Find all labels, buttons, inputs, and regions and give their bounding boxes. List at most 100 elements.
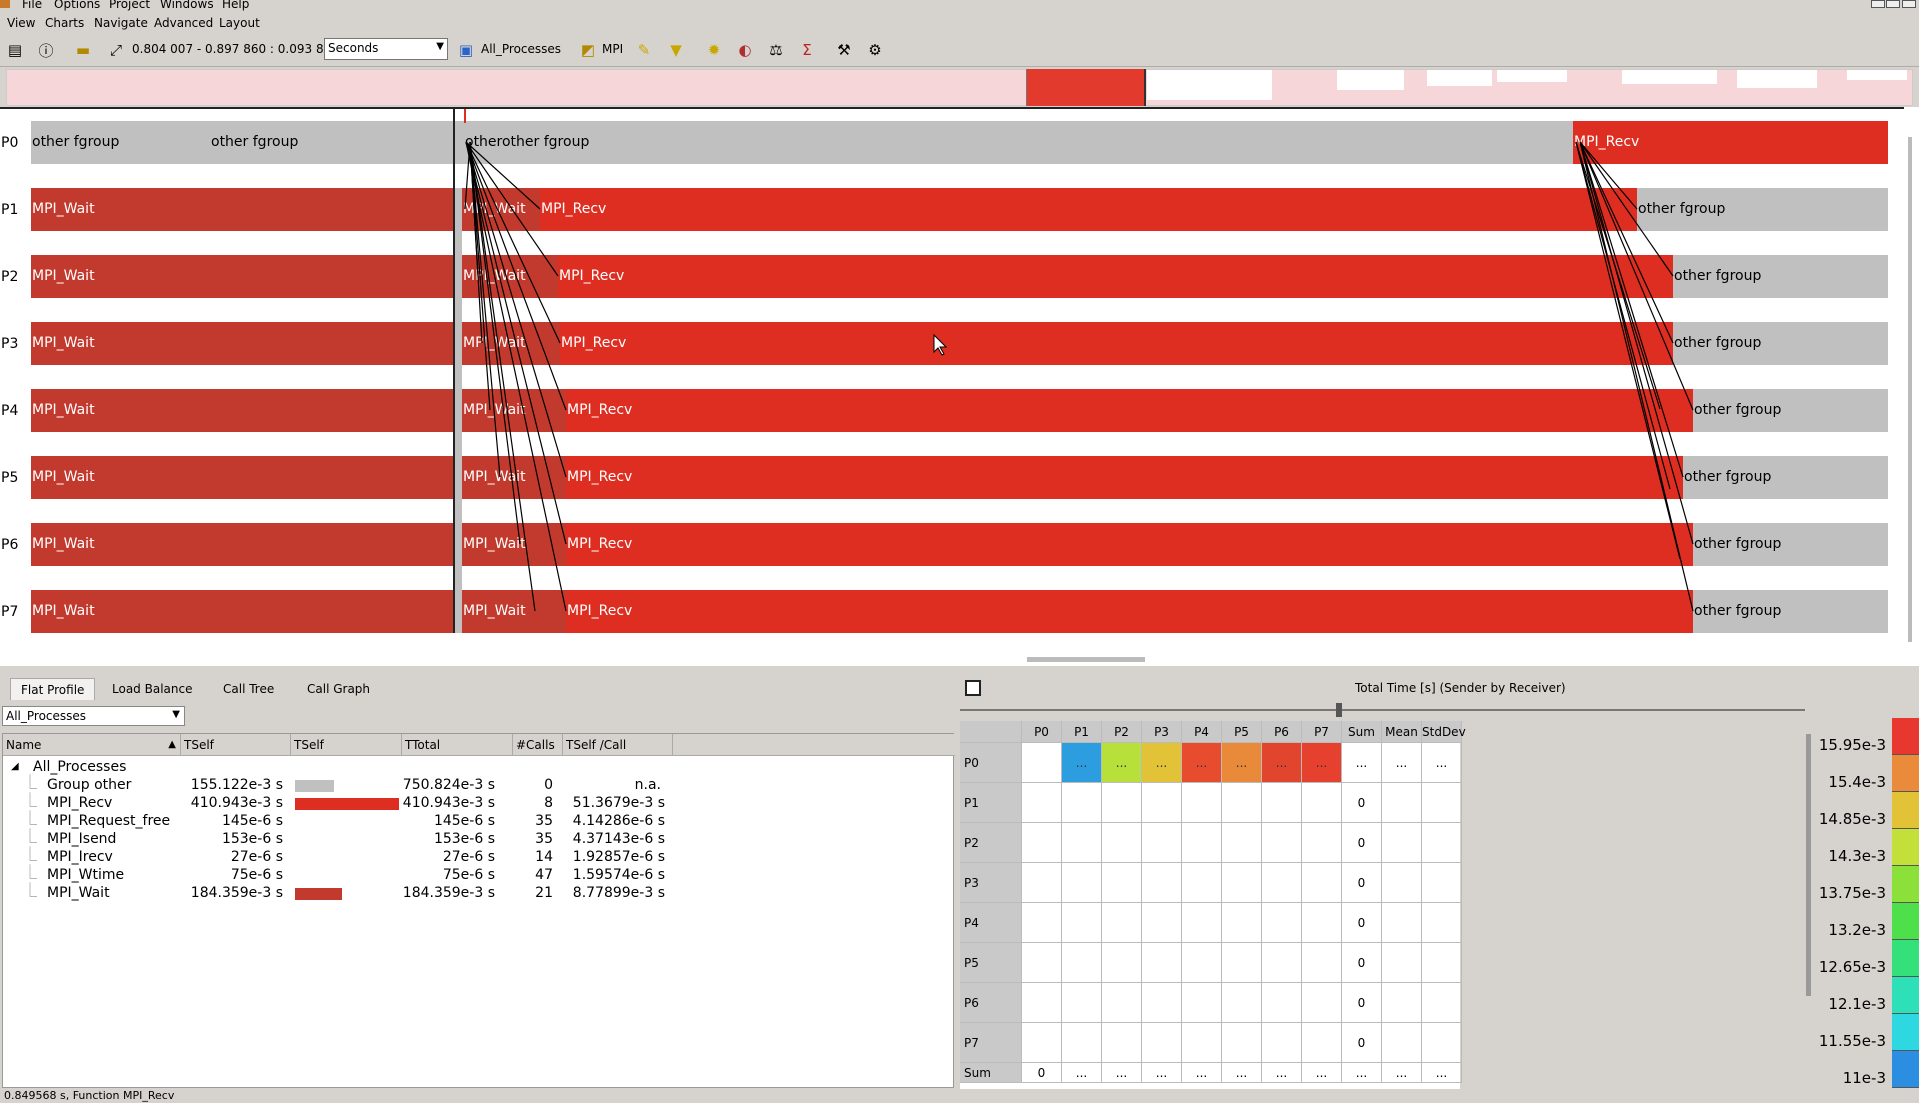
matrix-cell[interactable]: ... (1182, 743, 1222, 783)
matrix-cell[interactable] (1102, 983, 1142, 1023)
matrix-cell[interactable] (1062, 1023, 1102, 1063)
matrix-cell[interactable] (1262, 983, 1302, 1023)
matrix-cell[interactable] (1302, 983, 1342, 1023)
timeline-vertical-scrollbar[interactable] (1904, 107, 1919, 652)
matrix-cell[interactable] (1382, 943, 1422, 983)
matrix-cell[interactable] (1262, 903, 1302, 943)
matrix-cell[interactable] (1182, 823, 1222, 863)
info-icon[interactable]: ⓘ (35, 39, 57, 61)
matrix-cell[interactable] (1142, 823, 1182, 863)
table-row[interactable]: ⎿ MPI_Irecv 27e-6 s 27e-6 s 14 1.92857e-6 s (3, 847, 703, 866)
column-header-tself-bar[interactable]: TSelf (291, 734, 402, 756)
matrix-cell[interactable]: ... (1302, 743, 1342, 783)
table-row[interactable]: ⎿ MPI_Isend 153e-6 s 153e-6 s 35 4.37143e-6 s (3, 829, 703, 848)
column-header-name[interactable]: Name ▲ (3, 734, 181, 756)
matrix-cell[interactable]: ... (1342, 743, 1382, 783)
sigma-icon[interactable]: Σ (796, 39, 818, 61)
group-label[interactable]: All_Processes (481, 42, 561, 56)
matrix-cell[interactable]: ... (1222, 743, 1262, 783)
matrix-cell[interactable] (1142, 1023, 1182, 1063)
matrix-cell[interactable] (1382, 783, 1422, 823)
matrix-cell[interactable]: ... (1382, 743, 1422, 783)
menu-layout[interactable]: Layout (219, 16, 260, 30)
matrix-cell[interactable]: ... (1382, 1063, 1422, 1083)
matrix-cell[interactable] (1022, 823, 1062, 863)
matrix-cell[interactable] (1062, 903, 1102, 943)
matrix-cell[interactable]: 0 (1342, 1023, 1382, 1063)
matrix-cell[interactable]: ... (1102, 743, 1142, 783)
menu-view[interactable]: View (7, 16, 35, 30)
matrix-cell[interactable] (1302, 903, 1342, 943)
matrix-cell[interactable]: ... (1422, 1063, 1462, 1083)
group-icon[interactable]: ▣ (455, 39, 477, 61)
matrix-cell[interactable] (1022, 1023, 1062, 1063)
matrix-cell[interactable] (1182, 983, 1222, 1023)
matrix-cell[interactable] (1142, 903, 1182, 943)
matrix-cell[interactable] (1142, 863, 1182, 903)
matrix-cell[interactable] (1262, 783, 1302, 823)
menu-navigate[interactable]: Navigate (94, 16, 148, 30)
matrix-cell[interactable] (1182, 863, 1222, 903)
matrix-cell[interactable] (1222, 983, 1262, 1023)
tab-call-graph[interactable]: Call Graph (297, 678, 380, 700)
matrix-cell[interactable] (1222, 823, 1262, 863)
matrix-cell[interactable] (1062, 943, 1102, 983)
matrix-cell[interactable]: ... (1142, 743, 1182, 783)
matrix-cell[interactable] (1302, 823, 1342, 863)
wand-icon[interactable]: ⚒ (833, 39, 855, 61)
table-row[interactable]: ⎿ MPI_Wait 184.359e-3 s 184.359e-3 s 21 8.778… (3, 883, 703, 902)
timeline-icon[interactable]: ▬ (72, 39, 94, 61)
menu-advanced[interactable]: Advanced (154, 16, 213, 30)
open-icon[interactable]: ▤ (4, 39, 26, 61)
highlight-icon[interactable]: ✎ (633, 39, 655, 61)
matrix-cell[interactable]: ... (1262, 1063, 1302, 1083)
menu-help[interactable]: Help (222, 0, 249, 11)
timeline-horizontal-scrollbar[interactable] (0, 652, 1919, 666)
table-row[interactable]: ⎿ MPI_Recv 410.943e-3 s 410.943e-3 s 8 51.367… (3, 793, 703, 812)
mpi-label[interactable]: MPI (602, 42, 623, 56)
matrix-cell[interactable] (1022, 943, 1062, 983)
matrix-cell[interactable] (1102, 903, 1142, 943)
timeline-overview[interactable] (6, 69, 1913, 106)
matrix-cell[interactable] (1182, 783, 1222, 823)
matrix-cell[interactable] (1262, 823, 1302, 863)
matrix-cell[interactable] (1422, 983, 1462, 1023)
matrix-cell[interactable] (1422, 943, 1462, 983)
process-select[interactable]: All_Processes ▼ (2, 706, 185, 726)
matrix-cell[interactable] (1222, 1023, 1262, 1063)
matrix-scrollbar[interactable] (1803, 720, 1815, 1088)
matrix-cell[interactable]: ... (1262, 743, 1302, 783)
zoom-icon[interactable]: ⤢ (105, 39, 127, 61)
matrix-cell[interactable]: ... (1422, 743, 1462, 783)
matrix-cell[interactable] (1022, 783, 1062, 823)
menu-options[interactable]: Options (54, 0, 100, 11)
matrix-cell[interactable] (1102, 783, 1142, 823)
timeline-chart[interactable]: P0 P1 P2 P3 P4 P5 P6 P7 other fgroup othe… (0, 107, 1919, 662)
matrix-cell[interactable]: 0 (1022, 1063, 1062, 1083)
minimize-icon[interactable] (1871, 0, 1885, 8)
tab-call-tree[interactable]: Call Tree (213, 678, 284, 700)
matrix-cell[interactable] (1382, 983, 1422, 1023)
matrix-cell[interactable] (1302, 783, 1342, 823)
matrix-cell[interactable]: 0 (1342, 983, 1382, 1023)
tab-load-balance[interactable]: Load Balance (102, 678, 202, 700)
matrix-cell[interactable] (1102, 1023, 1142, 1063)
tools-icon[interactable]: ⚙ (864, 39, 886, 61)
matrix-cell[interactable]: 0 (1342, 943, 1382, 983)
table-row[interactable]: ⎿ MPI_Wtime 75e-6 s 75e-6 s 47 1.59574e-6 s (3, 865, 703, 884)
column-header-tself-per-call[interactable]: TSelf /Call (563, 734, 673, 756)
matrix-cell[interactable] (1422, 1023, 1462, 1063)
overview-selection[interactable] (1026, 69, 1146, 106)
mpi-icon[interactable]: ◩ (577, 39, 599, 61)
matrix-cell[interactable] (1422, 903, 1462, 943)
matrix-cell[interactable] (1142, 983, 1182, 1023)
balance-icon[interactable]: ⚖ (765, 39, 787, 61)
matrix-cell[interactable] (1222, 943, 1262, 983)
menu-charts[interactable]: Charts (45, 16, 84, 30)
matrix-cell[interactable]: 0 (1342, 903, 1382, 943)
matrix-cell[interactable] (1022, 983, 1062, 1023)
matrix-cell[interactable]: ... (1302, 1063, 1342, 1083)
matrix-cell[interactable]: 0 (1342, 863, 1382, 903)
matrix-cell[interactable] (1222, 783, 1262, 823)
matrix-cell[interactable] (1182, 943, 1222, 983)
